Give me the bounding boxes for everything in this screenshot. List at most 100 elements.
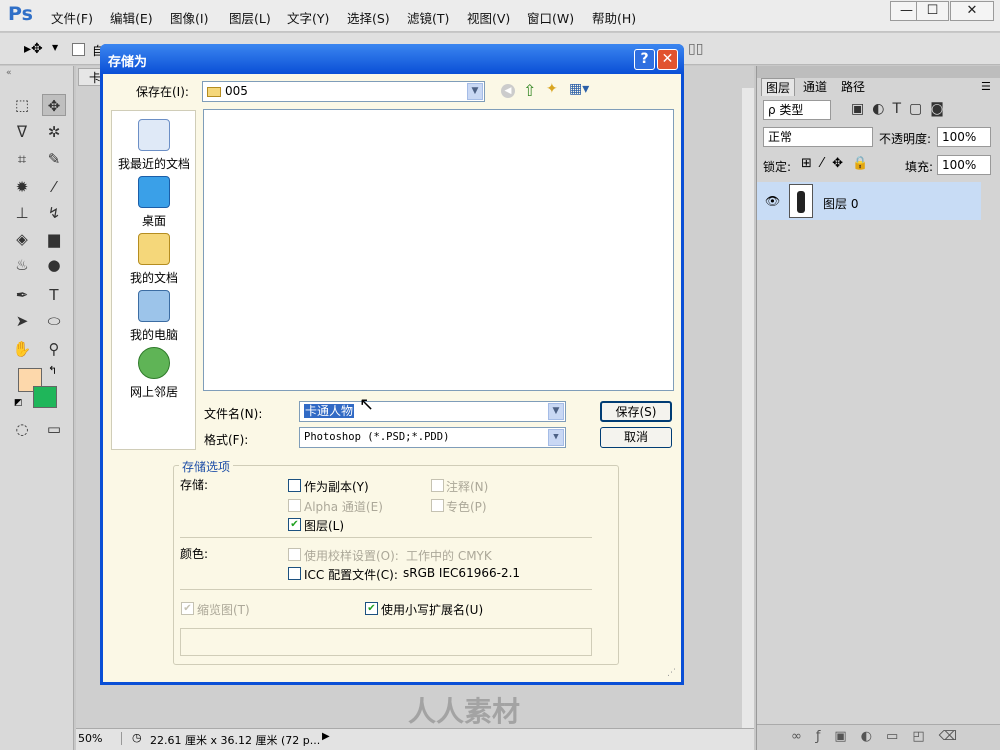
dialog-title: 存储为 [108, 55, 148, 70]
fill-input[interactable]: 100% [937, 155, 991, 175]
status-bar: 50% ◷ 22.61 厘米 x 36.12 厘米 (72 p... ▶ [76, 728, 754, 750]
clone-stamp-icon[interactable]: ⊥ [10, 202, 34, 224]
chevron-down-icon[interactable]: ▼ [548, 429, 564, 446]
screen-mode-icon[interactable]: ▭ [42, 418, 66, 440]
menu-view[interactable]: 视图(V) [467, 8, 510, 27]
type-tool-icon[interactable]: T [42, 284, 66, 306]
save-in-combo[interactable]: 005 ▼ [202, 81, 485, 102]
magic-wand-icon[interactable]: ✲ [42, 121, 66, 143]
notes-checkbox[interactable] [431, 479, 444, 492]
lock-icons[interactable]: ⊞⁄✥🔒 [801, 156, 877, 171]
healing-brush-icon[interactable]: ✹ [10, 176, 34, 198]
background-color-swatch[interactable] [33, 386, 57, 408]
menu-layer[interactable]: 图层(L) [229, 8, 271, 27]
blend-mode-select[interactable]: 正常 [763, 127, 873, 147]
zoom-level[interactable]: 50% [78, 732, 122, 745]
proof-label: 使用校样设置(O): [304, 549, 399, 563]
hand-tool-icon[interactable]: ✋ [10, 338, 34, 360]
filter-icons[interactable]: ▣◐T▢◙ [851, 101, 952, 117]
quick-mask-icon[interactable]: ◌ [10, 418, 34, 440]
lock-label: 锁定: [763, 160, 792, 174]
spot-checkbox[interactable] [431, 499, 444, 512]
layer-row[interactable]: 👁 图层 0 [757, 182, 981, 220]
blur-tool-icon[interactable]: ♨ [10, 254, 34, 276]
collapse-tools-icon[interactable]: « [6, 68, 12, 78]
proof-checkbox[interactable] [288, 548, 301, 561]
history-brush-icon[interactable]: ↯ [42, 202, 66, 224]
as-copy-label[interactable]: 作为副本(Y) [304, 478, 369, 495]
tab-layers[interactable]: 图层 [761, 78, 796, 96]
menu-edit[interactable]: 编辑(E) [110, 8, 153, 27]
close-app-button[interactable]: ✕ [950, 1, 994, 21]
lasso-tool-icon[interactable]: ᐁ [10, 121, 34, 143]
icc-label[interactable]: ICC 配置文件(C): [304, 566, 398, 583]
help-button[interactable]: ? [634, 49, 655, 70]
distribute-icon[interactable]: ▯▯ [688, 41, 703, 57]
move-tool-icon[interactable]: ✥ [42, 94, 66, 116]
layer-name[interactable]: 图层 0 [823, 195, 858, 212]
zoom-tool-icon[interactable]: ⚲ [42, 338, 66, 360]
filename-value: 卡通人物 [304, 404, 355, 418]
auto-select-checkbox[interactable] [72, 43, 85, 56]
path-select-icon[interactable]: ➤ [10, 310, 34, 332]
menu-type[interactable]: 文字(Y) [287, 8, 329, 27]
tab-paths[interactable]: 路径 [837, 78, 869, 96]
move-tool-icon[interactable]: ▸✥ [24, 41, 43, 57]
swap-colors-icon[interactable]: ↰ [48, 364, 57, 377]
layer-footer-icons[interactable]: ∞ƒ▣◐▭◰⌫ [791, 729, 971, 744]
resize-grip-icon[interactable]: ⋰ [667, 668, 676, 678]
status-menu-arrow-icon[interactable]: ▶ [322, 731, 330, 742]
file-list[interactable] [203, 109, 674, 391]
pen-tool-icon[interactable]: ✒ [10, 284, 34, 306]
place-network[interactable]: 网上邻居 [112, 347, 196, 400]
place-desktop[interactable]: 桌面 [112, 176, 196, 229]
as-copy-checkbox[interactable] [288, 479, 301, 492]
icc-checkbox[interactable] [288, 567, 301, 580]
tab-channels[interactable]: 通道 [799, 78, 831, 96]
save-button[interactable]: 保存(S) [600, 401, 672, 422]
status-icon[interactable]: ◷ [132, 731, 142, 744]
eraser-icon[interactable]: ◈ [10, 228, 34, 250]
back-icon[interactable]: ◀ [501, 84, 515, 98]
dodge-tool-icon[interactable]: ● [42, 254, 66, 276]
thumbnail-checkbox[interactable]: ✔ [181, 602, 194, 615]
menu-select[interactable]: 选择(S) [347, 8, 390, 27]
menu-filter[interactable]: 滤镜(T) [407, 8, 449, 27]
cancel-button[interactable]: 取消 [600, 427, 672, 448]
default-colors-icon[interactable]: ◩ [14, 398, 23, 408]
menu-image[interactable]: 图像(I) [170, 8, 208, 27]
menu-help[interactable]: 帮助(H) [592, 8, 636, 27]
menu-window[interactable]: 窗口(W) [527, 8, 574, 27]
brush-tool-icon[interactable]: ⁄ [42, 176, 66, 198]
up-folder-icon[interactable]: ⇧ [523, 81, 536, 100]
place-recent[interactable]: 我最近的文档 [112, 119, 196, 172]
place-my-computer[interactable]: 我的电脑 [112, 290, 196, 343]
chevron-down-icon[interactable]: ▼ [467, 83, 483, 100]
chevron-down-icon[interactable]: ▼ [548, 403, 564, 420]
menu-file[interactable]: 文件(F) [51, 8, 93, 27]
marquee-tool-icon[interactable]: ⬚ [10, 94, 34, 116]
crop-tool-icon[interactable]: ⌗ [10, 148, 34, 170]
vertical-scrollbar[interactable] [742, 88, 754, 728]
layers-label[interactable]: 图层(L) [304, 517, 344, 534]
eyedropper-icon[interactable]: ✎ [42, 148, 66, 170]
opacity-input[interactable]: 100% [937, 127, 991, 147]
alpha-checkbox[interactable] [288, 499, 301, 512]
panel-menu-icon[interactable]: ☰ [981, 80, 991, 93]
gradient-icon[interactable]: ▆ [42, 228, 66, 250]
warning-box [180, 628, 592, 656]
ellipse-tool-icon[interactable]: ⬭ [42, 310, 66, 332]
lowercase-ext-label[interactable]: 使用小写扩展名(U) [381, 601, 483, 618]
tool-preset-chevron-icon[interactable]: ▼ [52, 43, 58, 52]
format-select[interactable]: Photoshop (*.PSD;*.PDD) ▼ [299, 427, 566, 448]
new-folder-icon[interactable]: ✦ [546, 81, 558, 97]
place-my-docs[interactable]: 我的文档 [112, 233, 196, 286]
view-menu-icon[interactable]: ▦▾ [569, 81, 589, 97]
layers-checkbox[interactable]: ✔ [288, 518, 301, 531]
layer-filter-select[interactable]: ρ 类型 [763, 100, 831, 120]
maximize-button[interactable]: ☐ [916, 1, 949, 21]
eye-icon[interactable]: 👁 [765, 194, 780, 208]
lowercase-ext-checkbox[interactable]: ✔ [365, 602, 378, 615]
dialog-close-button[interactable]: ✕ [657, 49, 678, 70]
filename-input[interactable]: 卡通人物 ▼ [299, 401, 566, 422]
